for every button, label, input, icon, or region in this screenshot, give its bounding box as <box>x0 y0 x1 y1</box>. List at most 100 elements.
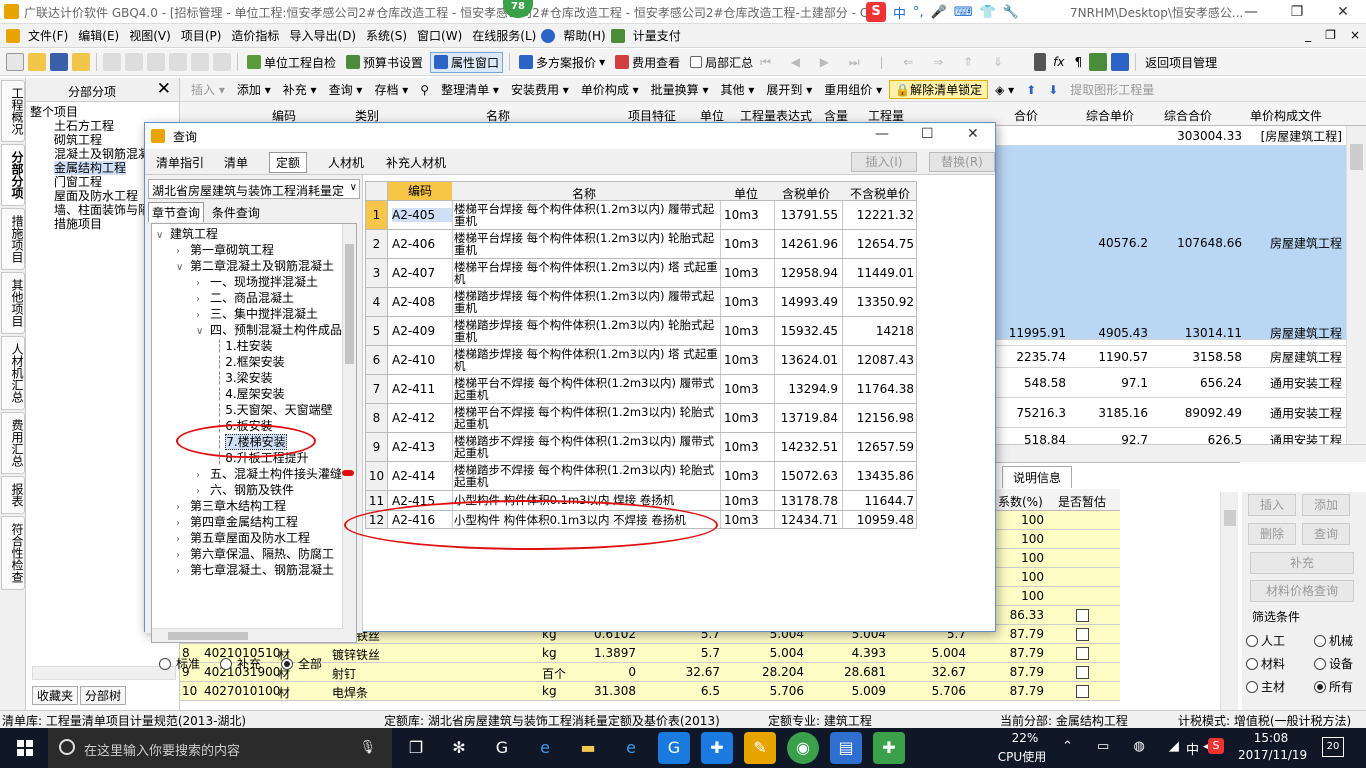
quota-row[interactable]: 7 A2-411 楼梯平台不焊接 每个构件体积(1.2m3以内) 履带式起重机 10m… <box>365 375 917 404</box>
cut-icon[interactable] <box>103 53 121 71</box>
nav-hscroll[interactable] <box>32 666 176 680</box>
provisional-checkbox[interactable] <box>1076 647 1089 660</box>
task-view-icon[interactable]: ❐ <box>400 732 432 764</box>
clock-time[interactable]: 15:08 <box>1238 731 1304 745</box>
tree-node[interactable]: › 五、混凝土构件接头灌缝 <box>196 466 342 482</box>
menu-project[interactable]: 项目(P) <box>176 27 227 44</box>
quota-row[interactable]: 6 A2-410 楼梯踏步焊接 每个构件体积(1.2m3以内) 塔 式起重机 10m3… <box>365 346 917 375</box>
menu-system[interactable]: 系统(S) <box>361 27 412 44</box>
tree-node[interactable]: ∨ 第二章混凝土及钢筋混凝土 <box>176 258 334 274</box>
new-icon[interactable] <box>6 53 24 71</box>
dialog-insert-button[interactable]: 插入(I) <box>851 152 917 172</box>
quota-row[interactable]: 9 A2-413 楼梯踏步不焊接 每个构件体积(1.2m3以内) 履带式起重机 10m… <box>365 433 917 462</box>
col-price-file[interactable]: 单价构成文件 <box>1250 107 1322 124</box>
tree-node[interactable]: ┆ 3.梁安装 <box>216 370 273 386</box>
col-coefficient[interactable]: 系数(%) <box>998 493 1043 510</box>
query-button[interactable]: 查询 <box>1302 523 1350 545</box>
close-button[interactable]: ✕ <box>1320 0 1366 24</box>
close-icon[interactable]: ✕ <box>157 79 171 99</box>
paint-icon[interactable]: ◈ ▾ <box>990 83 1019 97</box>
microphone-icon[interactable]: 🎙 <box>359 740 376 755</box>
other-menu[interactable]: 其他 ▾ <box>716 81 760 98</box>
mdi-close[interactable]: × <box>1350 28 1360 42</box>
scroll-thumb[interactable] <box>1350 144 1363 170</box>
tree-item[interactable]: 整个项目 <box>30 105 179 119</box>
green-plus-icon[interactable]: ✚ <box>873 732 905 764</box>
mdi-restore[interactable]: ❐ <box>1325 28 1336 42</box>
radio-material[interactable]: 材料 <box>1246 655 1285 672</box>
supplement-button[interactable]: 补充 <box>1250 552 1354 574</box>
provisional-checkbox[interactable] <box>1076 666 1089 679</box>
col-price-with-tax[interactable]: 含税单价 <box>782 185 830 202</box>
col-unit-price[interactable]: 综合单价 <box>1086 107 1134 124</box>
radio-all[interactable]: 所有 <box>1314 678 1353 695</box>
unlock-list-button[interactable]: 🔒解除清单锁定 <box>889 80 989 99</box>
ime-lang[interactable]: 中 <box>893 3 906 22</box>
col-price-without-tax[interactable]: 不含税单价 <box>850 185 910 202</box>
tree-node[interactable]: ∨ 四、预制混凝土构件成品 <box>196 322 342 338</box>
glodon-plus-icon[interactable]: ✚ <box>701 732 733 764</box>
quota-row[interactable]: 10 A2-414 楼梯踏步不焊接 每个构件体积(1.2m3以内) 轮胎式起重机 10… <box>365 462 917 491</box>
dialog-replace-button[interactable]: 替换(R) <box>929 152 995 172</box>
chevron-down-icon[interactable]: ∨ <box>196 324 210 340</box>
provisional-checkbox[interactable] <box>1076 685 1089 698</box>
file-explorer-icon[interactable]: ▬ <box>572 732 604 764</box>
tree-node[interactable]: ∨ 建筑工程 <box>156 226 218 242</box>
tab-division-tree[interactable]: 分部树 <box>80 686 127 705</box>
folder-icon[interactable] <box>72 53 90 71</box>
binoculars-icon[interactable]: ⚲ <box>415 83 434 97</box>
material-price-query-button[interactable]: 材料价格查询 <box>1250 580 1354 602</box>
radio-all[interactable]: 全部 <box>281 655 322 672</box>
tree-node[interactable]: › 第一章砌筑工程 <box>176 242 274 258</box>
restore-button[interactable]: ❐ <box>1274 0 1320 24</box>
tab-chapter-search[interactable]: 章节查询 <box>148 202 205 222</box>
dialog-minimize-button[interactable]: — <box>875 126 889 142</box>
mdi-minimize[interactable]: _ <box>1305 28 1311 42</box>
tab-compliance[interactable]: 符合性检查 <box>1 516 25 590</box>
menu-cost-index[interactable]: 造价指标 <box>226 27 284 44</box>
fan-app-icon[interactable]: ✻ <box>443 732 475 764</box>
radio-standard[interactable]: 标准 <box>159 655 200 672</box>
col-quota-unit[interactable]: 单位 <box>734 185 758 202</box>
tab-reports[interactable]: 报表 <box>1 476 25 514</box>
chevron-down-icon[interactable]: ∨ <box>156 228 170 244</box>
menu-payment[interactable]: 计量支付 <box>628 27 686 44</box>
batch-convert-menu[interactable]: 批量换算 ▾ <box>646 81 714 98</box>
mic-icon[interactable]: 🎤 <box>931 5 947 20</box>
menu-window[interactable]: 窗口(W) <box>412 27 467 44</box>
leaf-icon[interactable]: ┆ <box>216 355 223 369</box>
tab-condition-search[interactable]: 条件查询 <box>208 202 264 223</box>
gbq-icon[interactable]: ✎ <box>744 732 776 764</box>
detail-scrollbar[interactable] <box>1220 492 1238 710</box>
extract-quantity-button[interactable]: 提取图形工程量 <box>1065 81 1159 98</box>
menu-file[interactable]: 文件(F) <box>23 27 73 44</box>
tree-vscroll[interactable] <box>342 224 356 642</box>
radio-equipment[interactable]: 设备 <box>1314 655 1353 672</box>
tree-node[interactable]: › 一、现场搅拌混凝土 <box>196 274 318 290</box>
insert-button[interactable]: 插入 <box>1248 494 1296 516</box>
tab-cost-summary[interactable]: 费用汇总 <box>1 412 25 474</box>
tab-list[interactable]: 清单 <box>217 152 255 173</box>
radio-labor[interactable]: 人工 <box>1246 632 1285 649</box>
provisional-checkbox[interactable] <box>1076 609 1089 622</box>
sheet-icon[interactable] <box>1089 53 1108 71</box>
menu-edit[interactable]: 编辑(E) <box>73 27 124 44</box>
insert-menu[interactable]: 插入 ▾ <box>186 81 230 98</box>
radio-main-material[interactable]: 主材 <box>1246 678 1285 695</box>
chevron-right-icon[interactable]: › <box>176 564 190 580</box>
tab-labor-material[interactable]: 人材机汇总 <box>1 336 25 410</box>
leaf-icon[interactable]: ┆ <box>216 403 223 417</box>
wrench-icon[interactable]: 🔧 <box>1003 5 1019 20</box>
tab-labor-material-machine[interactable]: 人材机 <box>321 152 371 173</box>
expand-to-menu[interactable]: 展开到 ▾ <box>761 81 817 98</box>
redo-icon[interactable] <box>213 53 231 71</box>
menu-help[interactable]: 帮助(H) <box>558 27 610 44</box>
start-button[interactable] <box>0 728 48 768</box>
tab-quota[interactable]: 定额 <box>269 152 308 173</box>
tab-description[interactable]: 说明信息 <box>1002 466 1073 488</box>
reuse-price-menu[interactable]: 重用组价 ▾ <box>819 81 887 98</box>
delete-icon[interactable] <box>169 53 187 71</box>
tree-node[interactable]: › 第四章金属结构工程 <box>176 514 298 530</box>
copy-icon[interactable] <box>125 53 143 71</box>
ie-icon[interactable]: e <box>615 732 647 764</box>
